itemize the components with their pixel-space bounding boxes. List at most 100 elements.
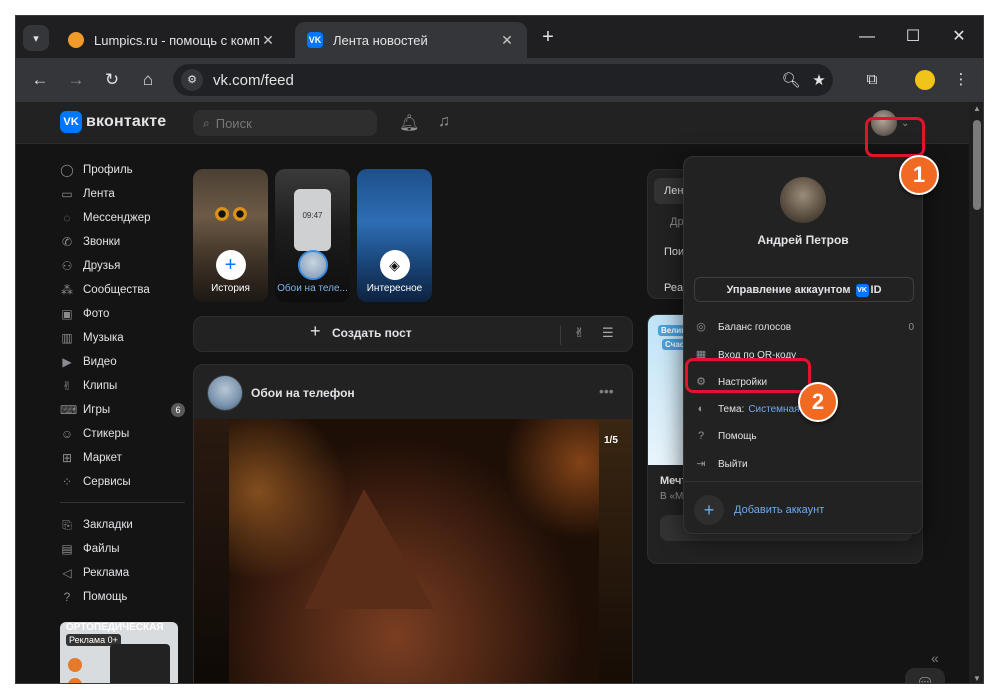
notifications-bell-icon[interactable]: 🔔︎ xyxy=(399,113,419,133)
sidebar-item-feed[interactable]: ▭ Лента xyxy=(60,182,185,206)
sidebar-item-label: Файлы xyxy=(83,543,120,555)
post-author-name[interactable]: Обои на телефон xyxy=(251,386,355,400)
next-image-strip[interactable] xyxy=(599,419,632,683)
sidebar-item-calls[interactable]: ✆ Звонки xyxy=(60,230,185,254)
bookmark-star-icon[interactable]: ★ xyxy=(805,71,833,89)
sidebar-item-messenger[interactable]: ◌ Мессенджер xyxy=(60,206,185,230)
ad-headline: ОРТОПЕДИЧЕСКАЯ xyxy=(66,622,164,633)
more-options-icon[interactable]: ••• xyxy=(599,383,614,399)
story-card-wallpapers[interactable]: 09:47 Обои на теле... xyxy=(275,169,350,302)
page-scrollbar[interactable]: ▲ ▼ xyxy=(969,102,983,683)
sidebar-item-services[interactable]: ⁘ Сервисы xyxy=(60,470,185,494)
profile-name[interactable]: Андрей Петров xyxy=(684,233,922,247)
close-window-icon[interactable]: ✕ xyxy=(944,24,974,50)
create-post-bar[interactable]: + Создать пост ✌ ☰ xyxy=(193,316,633,352)
plus-icon: + xyxy=(694,495,724,525)
sidebar-item-photo[interactable]: ▣ Фото xyxy=(60,302,185,326)
menu-item-label: Тема: xyxy=(718,403,745,415)
sidebar-item-games[interactable]: ⌨ Игры 6 xyxy=(60,398,185,422)
avatar[interactable] xyxy=(780,177,826,223)
votes-icon: ◎ xyxy=(696,321,706,333)
filter-item-2[interactable]: Др xyxy=(670,216,684,228)
profile-icon: ◯ xyxy=(60,163,74,177)
add-story-plus-icon[interactable]: + xyxy=(215,250,246,280)
forward-arrow-icon[interactable]: → xyxy=(64,68,88,92)
sidebar-item-label: Помощь xyxy=(83,591,128,603)
sidebar-item-label: Реклама xyxy=(83,567,130,579)
ad-product-image xyxy=(110,644,170,683)
story-author-avatar xyxy=(297,250,328,280)
sidebar-item-video[interactable]: ▶ Видео xyxy=(60,350,185,374)
sidebar-ad-banner[interactable]: ОРТОПЕДИЧЕСКАЯ Реклама 0+ xyxy=(60,622,178,683)
sort-filter-icon[interactable]: ☰ xyxy=(602,325,614,341)
communities-icon: ⁂ xyxy=(61,283,73,297)
sidebar-item-bookmarks[interactable]: ⎘ Закладки xyxy=(60,513,185,537)
story-card-history[interactable]: + История xyxy=(193,169,268,302)
chat-bubble-icon[interactable]: 💬︎ xyxy=(905,668,945,683)
browser-menu-icon[interactable]: ⋮ xyxy=(949,68,973,92)
sidebar-item-label: Фото xyxy=(83,308,110,320)
tab-lumpics[interactable]: Lumpics.ru - помощь с компьютером ✕ xyxy=(56,22,288,58)
browser-profile-avatar[interactable] xyxy=(915,70,935,90)
reload-icon[interactable]: ↻ xyxy=(100,68,124,92)
sidebar-item-label: Игры xyxy=(83,404,111,416)
vk-brand-text[interactable]: вконтакте xyxy=(86,113,166,131)
sidebar-item-ads[interactable]: ◁ Реклама xyxy=(60,561,185,585)
step-marker-2: 2 xyxy=(798,382,838,422)
post-image[interactable] xyxy=(194,419,632,683)
sidebar-item-profile[interactable]: ◯ Профиль xyxy=(60,158,185,182)
menu-divider xyxy=(684,481,922,482)
home-icon[interactable]: ⌂ xyxy=(136,68,160,92)
music-note-icon[interactable]: ♫ xyxy=(438,113,450,131)
lumpics-favicon-icon xyxy=(68,32,84,48)
story-label: Интересное xyxy=(366,283,423,294)
back-arrow-icon[interactable]: ← xyxy=(28,68,52,92)
filter-item-3[interactable]: Пои xyxy=(664,246,684,258)
new-tab-plus-icon[interactable]: + xyxy=(536,26,560,50)
menu-item-label: Баланс голосов xyxy=(718,321,792,333)
scrollbar-thumb[interactable] xyxy=(973,120,981,210)
sidebar-item-label: Сообщества xyxy=(83,284,150,296)
add-account-button[interactable]: + Добавить аккаунт xyxy=(694,495,914,525)
minimize-icon[interactable]: — xyxy=(852,24,882,50)
clips-icon: ✌ xyxy=(61,379,73,393)
zoom-icon[interactable]: 🔍︎ xyxy=(777,71,805,89)
url-text[interactable]: vk.com/feed xyxy=(213,72,777,89)
phone-image: 09:47 xyxy=(294,189,331,251)
tab-search-button[interactable]: ▾ xyxy=(23,25,49,51)
close-tab-icon[interactable]: ✕ xyxy=(260,32,276,49)
sidebar-item-label: Профиль xyxy=(83,164,133,176)
story-card-interesting[interactable]: ◈ Интересное xyxy=(357,169,432,302)
scroll-up-arrow-icon[interactable]: ▲ xyxy=(972,104,982,113)
maximize-icon[interactable]: ☐ xyxy=(898,24,928,50)
sidebar-item-stickers[interactable]: ☺ Стикеры xyxy=(60,422,185,446)
menu-item-logout[interactable]: ⇥ Выйти xyxy=(694,454,914,474)
ad-badge-icon xyxy=(68,678,82,683)
vk-id-logo: VK xyxy=(855,283,869,297)
sidebar-item-friends[interactable]: ⚇ Друзья xyxy=(60,254,185,278)
sidebar-item-label: Видео xyxy=(83,356,117,368)
vk-search-input[interactable]: ⌕ Поиск xyxy=(193,110,377,136)
extensions-puzzle-icon[interactable]: ⧉ xyxy=(860,68,884,92)
menu-item-votes-balance[interactable]: ◎ Баланс голосов 0 xyxy=(694,317,914,337)
address-bar[interactable]: ⚙ vk.com/feed 🔍︎ ★ xyxy=(173,64,833,96)
manage-account-button[interactable]: Управление аккаунтом VK ID xyxy=(694,277,914,302)
sidebar-item-communities[interactable]: ⁂ Сообщества xyxy=(60,278,185,302)
profile-dropdown-menu: Андрей Петров Управление аккаунтом VK ID … xyxy=(683,156,923,534)
tab-vk-feed[interactable]: VK Лента новостей ✕ xyxy=(295,22,527,58)
vk-logo[interactable]: VK xyxy=(60,111,82,133)
clip-icon[interactable]: ✌ xyxy=(574,325,585,341)
sidebar-item-clips[interactable]: ✌ Клипы xyxy=(60,374,185,398)
close-tab-icon[interactable]: ✕ xyxy=(499,32,515,49)
sidebar-item-market[interactable]: ⊞ Маркет xyxy=(60,446,185,470)
market-icon: ⊞ xyxy=(61,451,73,465)
filter-item-4[interactable]: Реа xyxy=(664,282,683,294)
scroll-down-arrow-icon[interactable]: ▼ xyxy=(972,674,982,683)
menu-item-help[interactable]: ? Помощь xyxy=(694,426,914,446)
site-info-icon[interactable]: ⚙ xyxy=(181,69,203,91)
collapse-chevrons-icon[interactable]: « xyxy=(931,650,939,666)
post-author-avatar[interactable] xyxy=(207,375,243,411)
sidebar-item-music[interactable]: ▥ Музыка xyxy=(60,326,185,350)
sidebar-item-files[interactable]: ▤ Файлы xyxy=(60,537,185,561)
sidebar-item-help[interactable]: ? Помощь xyxy=(60,585,185,609)
